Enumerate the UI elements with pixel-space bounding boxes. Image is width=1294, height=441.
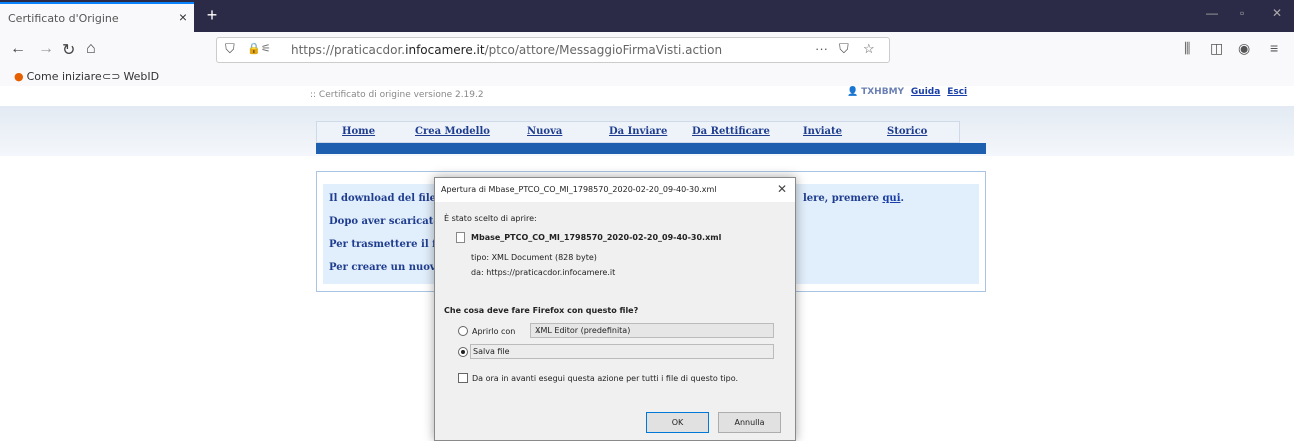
message-line-2: Dopo aver scaricato — [329, 216, 441, 227]
message-line-1-tail: lere, premere qui. — [803, 193, 904, 204]
forward-arrow-icon[interactable]: → — [38, 40, 54, 58]
tab-close-icon[interactable]: × — [179, 9, 187, 25]
chosen-label: È stato scelto di aprire: — [444, 214, 537, 223]
bookmarks-bar: ● Come iniziare ⊂⊃ WebID — [0, 68, 1294, 86]
minimize-icon[interactable]: — — [1206, 6, 1218, 20]
home-icon[interactable]: ⌂ — [86, 40, 96, 58]
chevron-down-icon: ⌄ — [535, 326, 542, 335]
menu-da-rettificare[interactable]: Da Rettificare — [692, 126, 770, 137]
dialog-close-icon[interactable]: ✕ — [777, 182, 787, 196]
save-file-option[interactable]: Salva file — [470, 344, 774, 359]
new-tab-plus-icon[interactable]: + — [200, 4, 224, 26]
cancel-button[interactable]: Annulla — [718, 412, 781, 433]
main-menu: Home Crea Modello Nuova Da Inviare Da Re… — [316, 121, 960, 143]
account-icon[interactable]: ◉ — [1238, 40, 1250, 57]
download-dialog: Apertura di Mbase_PTCO_CO_MI_1798570_202… — [434, 177, 796, 441]
message-line-3: Per trasmettere il f — [329, 239, 437, 250]
lock-icon[interactable]: 🔒 — [247, 42, 261, 55]
sidebar-icon[interactable]: ◫ — [1210, 40, 1223, 57]
qui-link[interactable]: qui — [882, 193, 900, 204]
message-line-1: Il download del file — [329, 193, 436, 204]
back-arrow-icon[interactable]: ← — [10, 40, 26, 58]
menu-crea-modello[interactable]: Crea Modello — [415, 126, 490, 137]
user-area: 👤 TXHBMY Guida Esci — [847, 87, 967, 97]
bookmark-come-iniziare[interactable]: ● Come iniziare — [14, 70, 102, 83]
user-icon: 👤 — [847, 87, 859, 97]
firefox-icon: ● — [14, 70, 24, 83]
address-bar[interactable]: ⛉ 🔒 ⚟ https://praticacdor.infocamere.it/… — [216, 37, 890, 63]
tab-title: Certificato d'Origine — [8, 12, 119, 25]
file-name: Mbase_PTCO_CO_MI_1798570_2020-02-20_09-4… — [471, 233, 722, 242]
menu-inviate[interactable]: Inviate — [803, 126, 842, 137]
username: TXHBMY — [861, 87, 905, 97]
save-file-radio[interactable] — [458, 347, 468, 357]
open-with-select[interactable]: XML Editor (predefinita) ⌄ — [530, 323, 774, 338]
menu-da-inviare[interactable]: Da Inviare — [609, 126, 667, 137]
permissions-icon[interactable]: ⚟ — [261, 42, 271, 55]
exit-link[interactable]: Esci — [947, 87, 967, 97]
maximize-icon[interactable]: ▫ — [1240, 6, 1244, 20]
ok-button[interactable]: OK — [646, 412, 709, 433]
library-icon[interactable]: ⫼ — [1184, 40, 1190, 57]
menu-storico[interactable]: Storico — [887, 126, 927, 137]
reload-icon[interactable]: ↻ — [62, 40, 75, 60]
browser-tab[interactable]: Certificato d'Origine × — [0, 2, 194, 32]
file-icon — [456, 232, 465, 243]
pocket-icon[interactable]: ⛉ — [839, 41, 849, 57]
file-type: tipo: XML Document (828 byte) — [471, 253, 597, 262]
url-text[interactable]: https://praticacdor.infocamere.it/ptco/a… — [291, 43, 722, 57]
open-with-radio[interactable] — [458, 326, 468, 336]
tracking-shield-icon[interactable]: ⛉ — [225, 41, 235, 57]
menu-nuova[interactable]: Nuova — [527, 126, 562, 137]
file-source: da: https://praticacdor.infocamere.it — [471, 268, 616, 277]
nav-bar: ← → ↻ ⌂ ⛉ 🔒 ⚟ https://praticacdor.infoca… — [0, 32, 1294, 68]
remember-label: Da ora in avanti esegui questa azione pe… — [472, 374, 739, 383]
action-question: Che cosa deve fare Firefox con questo fi… — [444, 306, 639, 315]
tab-strip: Certificato d'Origine × + — ▫ ✕ — [0, 0, 1294, 32]
bookmark-webid[interactable]: ⊂⊃ WebID — [102, 70, 159, 83]
remember-checkbox[interactable] — [458, 373, 468, 383]
page-actions-icon[interactable]: ··· — [815, 41, 828, 56]
dialog-title: Apertura di Mbase_PTCO_CO_MI_1798570_202… — [441, 185, 717, 194]
dialog-titlebar: Apertura di Mbase_PTCO_CO_MI_1798570_202… — [435, 178, 795, 202]
webid-icon: ⊂⊃ — [102, 70, 121, 83]
menu-underline-bar — [316, 143, 986, 154]
message-line-4: Per creare un nuov — [329, 262, 436, 273]
bookmark-star-icon[interactable]: ☆ — [863, 41, 875, 57]
open-with-label: Aprirlo con — [472, 327, 516, 336]
window-close-icon[interactable]: ✕ — [1272, 6, 1282, 20]
help-link[interactable]: Guida — [911, 87, 940, 97]
menu-home[interactable]: Home — [342, 126, 375, 137]
menu-hamburger-icon[interactable]: ≡ — [1270, 40, 1278, 56]
version-label: :: Certificato di origine versione 2.19.… — [310, 90, 484, 100]
